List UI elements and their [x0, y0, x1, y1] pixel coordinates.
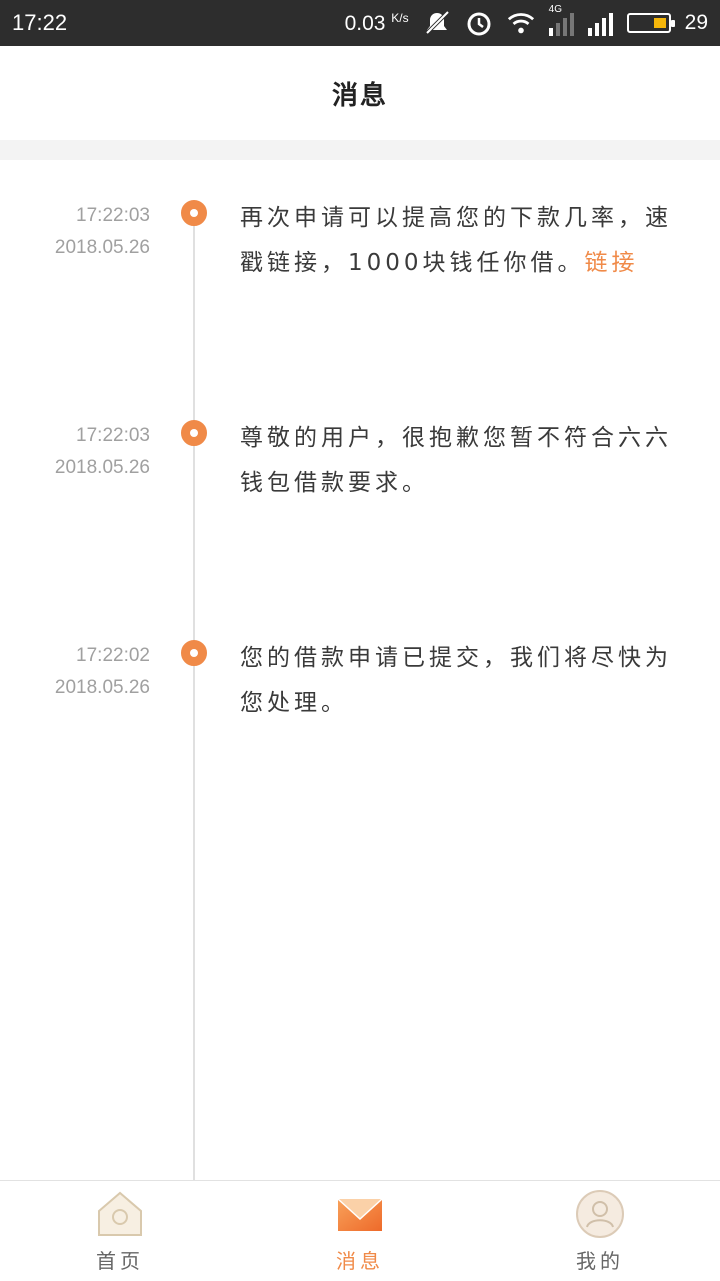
nav-messages-label: 消息: [336, 1249, 384, 1273]
timeline-line: [193, 213, 195, 1180]
net-speed-value: 0.03: [344, 11, 386, 35]
message-time: 17:22:03: [76, 425, 150, 446]
network-type: 4G: [548, 4, 562, 15]
net-speed: 0.03 K/s: [345, 11, 409, 36]
net-speed-unit: K/s: [391, 10, 409, 25]
message-date: 2018.05.26: [54, 677, 150, 698]
message-body: 您的借款申请已提交，我们将尽快为您处理。: [240, 645, 672, 716]
message-link[interactable]: 链接: [585, 250, 639, 276]
message-time: 17:22:02: [76, 645, 150, 666]
message-date: 2018.05.26: [54, 457, 150, 478]
wifi-icon: [507, 13, 534, 34]
divider-band: [0, 140, 720, 160]
bottom-nav: 首页 消息 我的: [0, 1180, 720, 1281]
message-body: 尊敬的用户，很抱歉您暂不符合六六钱包借款要求。: [240, 425, 672, 496]
message-text: 再次申请可以提高您的下款几率，速戳链接，1000块钱任你借。链接: [240, 196, 692, 286]
alarm-icon: [467, 12, 491, 36]
timeline-dot: [181, 420, 207, 446]
message-timestamp: 17:22:03 2018.05.26: [55, 200, 150, 264]
app-header: 消息: [0, 46, 720, 141]
message-time: 17:22:03: [76, 205, 150, 226]
status-time: 17:22: [12, 10, 68, 35]
nav-messages[interactable]: 消息: [240, 1181, 480, 1281]
timeline-dot: [181, 640, 207, 666]
nav-profile[interactable]: 我的: [480, 1181, 720, 1281]
signal-4g-icon: 4G: [548, 4, 574, 36]
user-icon: [576, 1190, 624, 1238]
page-title: 消息: [331, 80, 388, 111]
message-date: 2018.05.26: [54, 237, 150, 258]
mute-icon: [425, 10, 450, 35]
battery-level: 29: [684, 11, 708, 34]
nav-home[interactable]: 首页: [0, 1181, 240, 1281]
message-text: 尊敬的用户，很抱歉您暂不符合六六钱包借款要求。: [240, 416, 692, 506]
signal-icon: [587, 10, 613, 36]
message-timestamp: 17:22:03 2018.05.26: [55, 420, 150, 484]
battery-icon: [626, 13, 675, 33]
message-timestamp: 17:22:02 2018.05.26: [55, 640, 150, 704]
nav-home-label: 首页: [96, 1249, 144, 1273]
mail-icon: [337, 1198, 383, 1231]
status-icons: 0.03 K/s 4G 29: [345, 4, 708, 38]
status-bar: 17:22 0.03 K/s 4G 29: [0, 0, 720, 46]
message-text: 您的借款申请已提交，我们将尽快为您处理。: [240, 636, 692, 726]
nav-profile-label: 我的: [576, 1249, 624, 1273]
home-icon: [98, 1191, 142, 1236]
timeline-dot: [181, 200, 207, 226]
